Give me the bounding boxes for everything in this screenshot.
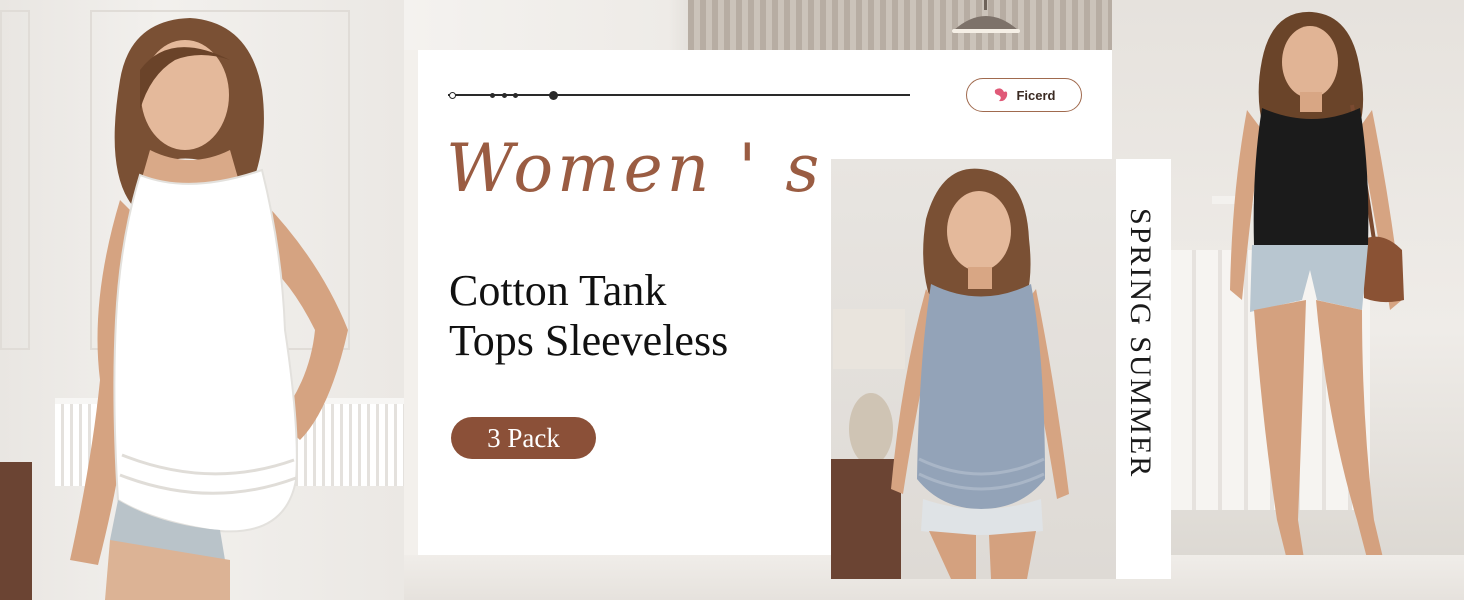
brand-badge: Ficerd: [966, 78, 1082, 112]
headline-line-2: Tops Sleeveless: [449, 316, 729, 365]
headline: Cotton Tank Tops Sleeveless: [449, 266, 728, 366]
headline-line-1: Cotton Tank: [449, 266, 667, 315]
brand-logo-icon: [995, 88, 1008, 102]
inset-model-photo: [831, 159, 1116, 579]
season-text: SPRING SUMMER: [1124, 208, 1157, 479]
pack-badge: 3 Pack: [451, 417, 596, 459]
headline-script: Women ' s: [446, 130, 824, 207]
decorative-dot-icon: [502, 93, 507, 98]
decorative-dot-icon: [490, 93, 495, 98]
ceiling-lamp-icon: [952, 0, 1020, 33]
decorative-dot-icon: [549, 91, 558, 100]
left-model-photo: [0, 0, 404, 600]
brand-name: Ficerd: [1016, 87, 1056, 103]
banner: Ficerd Women ' s Cotton Tank Tops Sleeve…: [0, 0, 1464, 600]
decorative-dot-icon: [513, 93, 518, 98]
decorative-dot-icon: [449, 92, 456, 99]
